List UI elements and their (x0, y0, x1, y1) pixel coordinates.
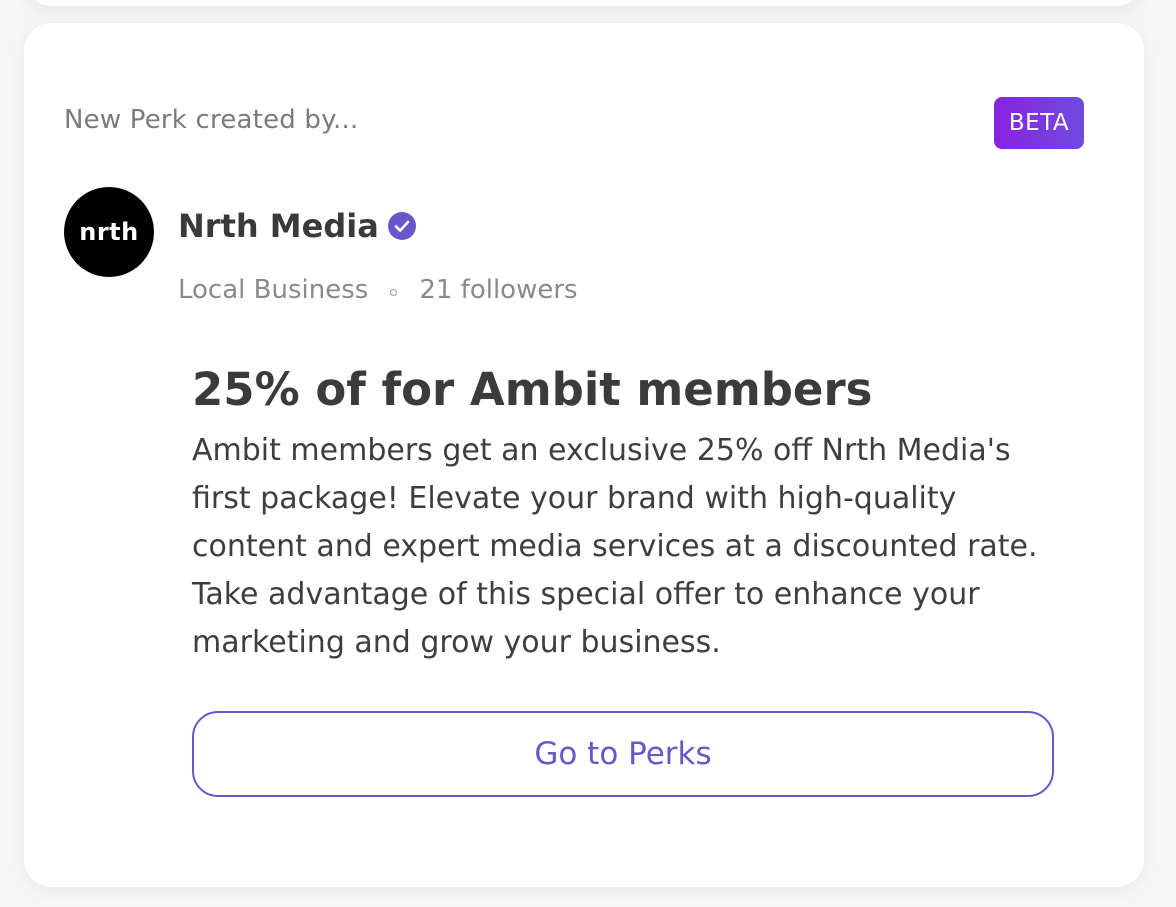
avatar-logo-text: nrth (79, 218, 139, 246)
go-to-perks-button[interactable]: Go to Perks (192, 711, 1054, 797)
beta-badge: BETA (994, 97, 1084, 149)
business-name[interactable]: Nrth Media (178, 207, 379, 245)
business-meta: Local Business 21 followers (178, 275, 578, 305)
perk-card: New Perk created by... BETA nrth Nrth Me… (24, 23, 1144, 887)
verified-check-icon (387, 212, 416, 240)
business-name-row: Nrth Media (178, 207, 417, 245)
business-followers: 21 followers (419, 275, 578, 305)
perk-title: 25% of for Ambit members (192, 363, 873, 416)
previous-card-edge (24, 0, 1144, 6)
business-avatar[interactable]: nrth (64, 187, 154, 277)
separator-dot (390, 288, 398, 296)
business-category: Local Business (178, 275, 369, 305)
perk-header-label: New Perk created by... (64, 105, 359, 135)
perk-description: Ambit members get an exclusive 25% off N… (192, 433, 1038, 660)
